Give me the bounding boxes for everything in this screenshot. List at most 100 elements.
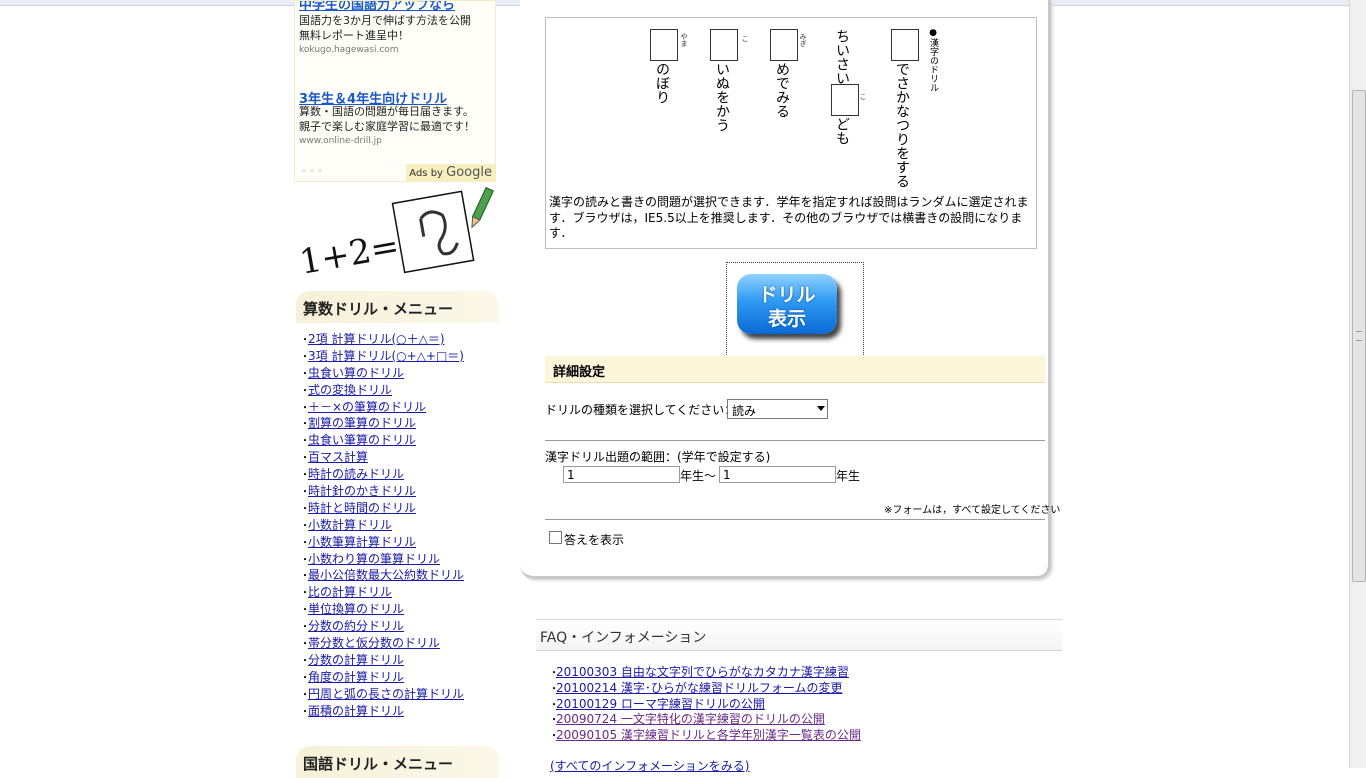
math-menu-item: 割算の筆算のドリル [300,415,464,432]
drill-type-label: ドリルの種類を選択してください： [545,403,737,417]
math-menu-list: 2項 計算ドリル(○＋△＝) 3項 計算ドリル(○+△+□＝) 虫食い算のドリル式の… [300,331,464,719]
q4-ruby: こ [741,35,749,42]
vertical-scrollbar[interactable] [1349,0,1366,768]
math-menu-title: 算数ドリル・メニュー [303,300,454,318]
math-menu-item: 分数の計算ドリル [300,652,464,669]
math-menu-item: 円周と弧の長さの計算ドリル [300,686,464,703]
q5-ruby: やま [680,33,688,47]
scrollbar-thumb[interactable] [1352,90,1366,582]
math-menu-item: 最小公倍数最大公約数ドリル [300,567,464,584]
math-menu-item: 角度の計算ドリル [300,669,464,686]
math-menu-link[interactable]: 百マス計算 [308,450,368,464]
show-drill-button[interactable]: ドリル 表示 [737,274,837,334]
math-menu-link[interactable]: 円周と弧の長さの計算ドリル [308,687,464,701]
grade-from-input[interactable]: 1 [563,466,680,483]
math-menu-header: 算数ドリル・メニュー [296,291,499,323]
ad-nav-dots[interactable]: ◦ ◦ ◦ [301,167,323,177]
q2-post: ども [834,117,850,145]
math-menu-link[interactable]: 2項 計算ドリル(○＋△＝) [308,332,445,346]
math-drill-logo-icon: 1+2= [298,186,494,281]
all-info-link[interactable]: (すべてのインフォメーションをみる) [550,757,749,774]
ad2-line1: 算数・国語の問題が毎日届きます。 [299,105,474,118]
math-menu-link[interactable]: 式の変換ドリル [308,383,392,397]
math-menu-link[interactable]: 分数の約分ドリル [308,619,404,633]
q5-answer-box[interactable] [650,29,678,61]
scrollbar-grip-icon [1356,331,1362,341]
q2-answer-box[interactable] [831,84,859,116]
math-menu-link[interactable]: 帯分数と仮分数のドリル [308,636,440,650]
math-menu-link[interactable]: 時計の読みドリル [308,467,404,481]
math-menu-item: 2項 計算ドリル(○＋△＝) [300,331,464,348]
math-menu-item: 虫食い筆算のドリル [300,432,464,449]
faq-link[interactable]: 20090105 漢字練習ドリルと各学年別漢字一覧表の公開 [556,728,861,742]
ad1-url[interactable]: kokugo.hagewasi.com [299,45,399,55]
faq-item: 20100303 自由な文字列でひらがなカタカナ漢字練習 [549,665,861,681]
math-menu-item: 小数計算ドリル [300,517,464,534]
faq-link[interactable]: 20100214 漢字･ひらがな練習ドリルフォームの変更 [556,681,843,695]
math-menu-link[interactable]: 小数計算ドリル [308,518,392,532]
math-menu-item: 時計の読みドリル [300,466,464,483]
detail-settings-header: 詳細設定 [545,356,1045,383]
q4-answer-box[interactable] [710,29,738,61]
math-menu-link[interactable]: 比の計算ドリル [308,585,392,599]
math-menu-item: 虫食い算のドリル [300,365,464,382]
sample-header: ●漢字のドリル [928,28,938,92]
math-menu-link[interactable]: 単位換算のドリル [308,602,404,616]
faq-item: 20100214 漢字･ひらがな練習ドリルフォームの変更 [549,681,861,697]
faq-link[interactable]: 20100129 ローマ字練習ドリルの公開 [556,697,765,711]
faq-title: FAQ・インフォメーション [540,630,707,646]
ads-by-google-badge[interactable]: Ads by Google [406,164,495,181]
math-menu-link[interactable]: 面積の計算ドリル [308,704,404,718]
math-menu-link[interactable]: 小数わり算の筆算ドリル [308,552,440,566]
google-label: Google [446,165,492,180]
math-menu-link[interactable]: 最小公倍数最大公約数ドリル [308,568,464,582]
math-menu-link[interactable]: 割算の筆算のドリル [308,416,416,430]
drill-type-select[interactable]: 読み [727,399,828,419]
show-drill-button-line1: ドリル [758,284,816,306]
faq-list: 20100303 自由な文字列でひらがなカタカナ漢字練習 20100214 漢字･… [549,665,861,744]
show-answer-label[interactable]: 答えを表示 [564,531,624,548]
math-menu-item: 帯分数と仮分数のドリル [300,635,464,652]
divider-2 [545,519,1045,520]
show-answer-checkbox[interactable] [549,531,562,544]
q1-text: でさかなつりをする [894,62,910,188]
math-menu-item: 3項 計算ドリル(○+△+□＝) [300,348,464,365]
faq-item: 20090724 一文字特化の漢字練習のドリルの公開 [549,712,861,728]
q3-text: めでみる [774,62,790,118]
math-menu-item: 比の計算ドリル [300,584,464,601]
ad-block: 中学生の国語力アップなら 国語力を3か月で伸ばす方法を公開 無料レポート進呈中！… [294,0,496,182]
math-menu-link[interactable]: 時計と時間のドリル [308,501,416,515]
q3-answer-box[interactable] [770,29,798,61]
q3-ruby: みぎ [799,33,807,47]
ad2-url[interactable]: www.online-drill.jp [299,136,382,146]
math-menu-item: 小数わり算の筆算ドリル [300,551,464,568]
drill-type-selected-value: 読み [732,404,757,418]
faq-header: FAQ・インフォメーション [536,619,1062,651]
q2-ruby: こ [859,93,867,100]
drill-button-focus-frame: ドリル 表示 [726,262,864,359]
math-menu-item: ＋－×の筆算のドリル [300,399,464,416]
grade-to-input[interactable]: 1 [719,466,836,483]
math-menu-item: 時計と時間のドリル [300,500,464,517]
faq-link[interactable]: 20090724 一文字特化の漢字練習のドリルの公開 [556,712,825,726]
math-menu-link[interactable]: 虫食い算のドリル [308,366,404,380]
math-menu-link[interactable]: 小数筆算計算ドリル [308,535,416,549]
math-menu-link[interactable]: 分数の計算ドリル [308,653,404,667]
math-menu-link[interactable]: 角度の計算ドリル [308,670,404,684]
q1-answer-box[interactable] [891,29,919,61]
faq-link[interactable]: 20100303 自由な文字列でひらがなカタカナ漢字練習 [556,665,849,679]
show-drill-button-line2: 表示 [767,308,806,330]
math-menu-link[interactable]: 3項 計算ドリル(○+△+□＝) [308,349,464,363]
math-menu-item: 百マス計算 [300,449,464,466]
math-menu-link[interactable]: 時計針のかきドリル [308,484,416,498]
kokugo-menu-header: 国語ドリル・メニュー [296,746,499,778]
grade-from-suffix: 年生～ [680,469,717,483]
left-column: 中学生の国語力アップなら 国語力を3か月で伸ばす方法を公開 無料レポート進呈中！… [294,0,504,778]
ad2-line2: 親子で楽しむ家庭学習に最適です！ [299,120,475,133]
ad1-title-link[interactable]: 中学生の国語力アップなら [299,1,455,13]
q2-pre: ちいさい [834,29,850,85]
math-menu-link[interactable]: ＋－×の筆算のドリル [308,400,426,414]
chevron-down-icon [817,406,825,411]
range-label: 漢字ドリル出題の範囲：(学年で設定する) [545,450,771,464]
math-menu-link[interactable]: 虫食い筆算のドリル [308,433,416,447]
